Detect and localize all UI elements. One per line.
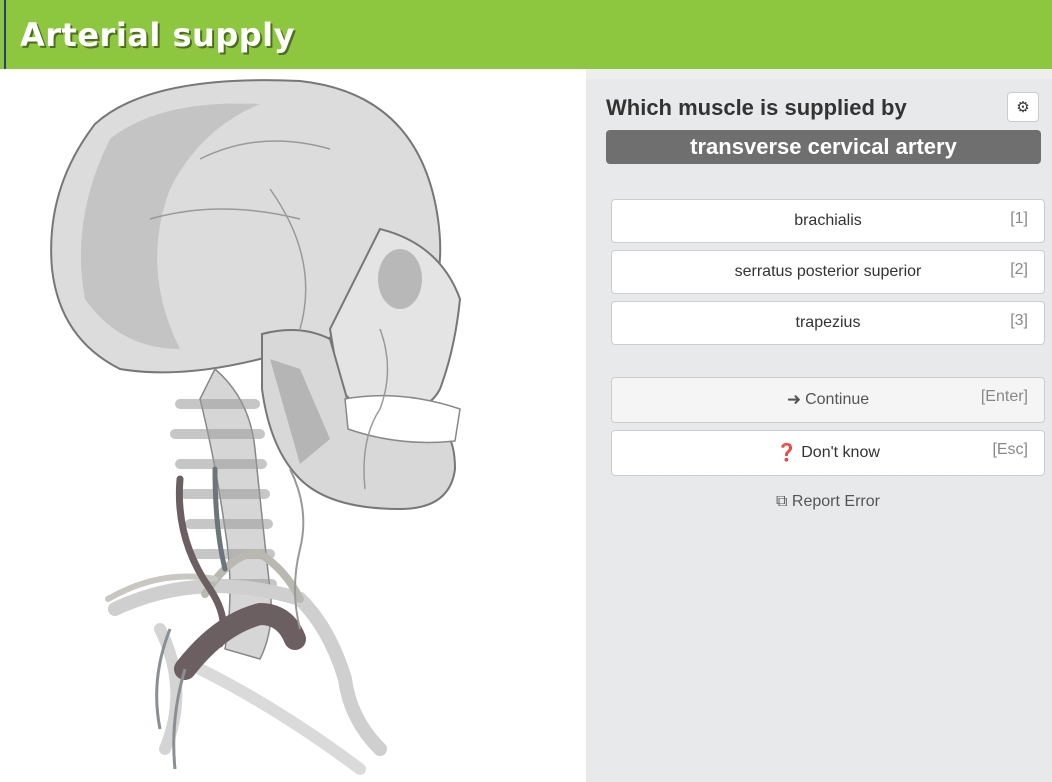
quiz-panel: Which muscle is supplied by ⚙ transverse… <box>586 69 1052 782</box>
continue-label: Continue <box>805 391 870 408</box>
answer-key: [1] <box>1010 210 1028 227</box>
page-title: Arterial supply <box>20 16 295 54</box>
skull-neck-illustration <box>50 79 462 775</box>
header-edge <box>4 0 6 73</box>
answer-label: brachialis <box>794 212 862 229</box>
answer-label: trapezius <box>795 314 861 331</box>
dont-know-button[interactable]: ❓ Don't know [Esc] <box>611 430 1045 476</box>
question-text: Which muscle is supplied by <box>606 95 907 120</box>
answer-key: [2] <box>1010 261 1028 278</box>
dont-know-key: [Esc] <box>992 441 1028 458</box>
answer-option-2[interactable]: serratus posterior superior [2] <box>611 250 1045 294</box>
external-link-icon: ⧉ <box>776 493 788 510</box>
settings-button[interactable]: ⚙ <box>1007 92 1039 122</box>
gear-icon: ⚙ <box>1016 99 1030 116</box>
arrow-right-icon: ➜ <box>786 390 802 409</box>
artery-term: transverse cervical artery <box>606 130 1041 164</box>
report-error-label: Report Error <box>791 493 880 510</box>
header-bar: Arterial supply <box>0 0 1052 73</box>
anatomy-illustration <box>0 69 586 782</box>
answer-key: [3] <box>1010 312 1028 329</box>
panel-top-strip <box>586 69 1052 79</box>
continue-key: [Enter] <box>980 388 1028 405</box>
answer-label: serratus posterior superior <box>734 263 922 280</box>
answer-option-1[interactable]: brachialis [1] <box>611 199 1045 243</box>
question-circle-icon: ❓ <box>776 443 798 462</box>
answer-option-3[interactable]: trapezius [3] <box>611 301 1045 345</box>
dont-know-label: Don't know <box>801 444 880 461</box>
continue-button[interactable]: ➜ Continue [Enter] <box>611 377 1045 423</box>
report-error-link[interactable]: ⧉ Report Error <box>586 493 1052 511</box>
